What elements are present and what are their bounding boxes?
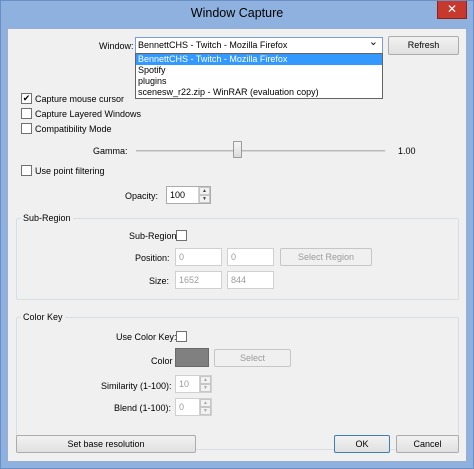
cancel-button[interactable]: Cancel: [396, 435, 459, 453]
capture-layered-windows-label: Capture Layered Windows: [35, 109, 142, 119]
blend-value: 0: [179, 402, 185, 412]
color-swatch[interactable]: [175, 348, 209, 367]
capture-layered-windows-checkbox[interactable]: [21, 108, 32, 119]
dropdown-option[interactable]: Spotify: [136, 65, 382, 76]
gamma-label: Gamma:: [93, 146, 128, 156]
similarity-label: Similarity (1-100):: [101, 381, 172, 391]
use-point-filtering-label: Use point filtering: [35, 166, 105, 176]
use-point-filtering-checkbox[interactable]: [21, 165, 32, 176]
sub-region-checkbox[interactable]: [176, 230, 187, 241]
set-base-resolution-button[interactable]: Set base resolution: [16, 435, 196, 453]
arrow-down-icon[interactable]: ▼: [200, 407, 211, 415]
ok-button[interactable]: OK: [334, 435, 390, 453]
sub-region-group-title: Sub-Region: [21, 212, 73, 224]
position-x-field[interactable]: 0: [175, 248, 222, 266]
color-key-group: [16, 317, 459, 450]
dropdown-option[interactable]: BennettCHS - Twitch - Mozilla Firefox: [136, 54, 382, 65]
compatibility-mode-label: Compatibility Mode: [35, 124, 112, 134]
gamma-value: 1.00: [398, 146, 416, 156]
position-y-field[interactable]: 0: [227, 248, 274, 266]
title-bar[interactable]: Window Capture ✕: [1, 1, 473, 28]
window-dropdown-list: BennettCHS - Twitch - Mozilla Firefox Sp…: [135, 53, 383, 99]
window-label: Window:: [99, 41, 134, 51]
select-region-button[interactable]: Select Region: [280, 248, 372, 266]
opacity-label: Opacity:: [125, 191, 159, 201]
arrow-up-icon[interactable]: ▲: [200, 399, 211, 407]
gamma-slider-thumb[interactable]: [233, 141, 242, 158]
blend-label: Blend (1-100):: [114, 403, 172, 413]
gamma-slider-track[interactable]: [136, 150, 385, 152]
window-combo-value: BennettCHS - Twitch - Mozilla Firefox: [138, 40, 288, 50]
arrow-down-icon[interactable]: ▼: [200, 384, 211, 392]
use-color-key-checkbox[interactable]: [176, 331, 187, 342]
refresh-button[interactable]: Refresh: [388, 36, 459, 55]
use-color-key-label: Use Color Key:: [116, 332, 177, 342]
similarity-value: 10: [179, 379, 190, 389]
compatibility-mode-checkbox[interactable]: [21, 123, 32, 134]
select-color-button[interactable]: Select: [214, 349, 291, 367]
dropdown-option[interactable]: scenesw_r22.zip - WinRAR (evaluation cop…: [136, 87, 382, 98]
window-combo[interactable]: BennettCHS - Twitch - Mozilla Firefox ⌄: [135, 35, 383, 54]
opacity-spinbox[interactable]: 100 ▲ ▼: [166, 186, 211, 204]
size-label: Size:: [149, 276, 170, 286]
arrow-up-icon[interactable]: ▲: [200, 376, 211, 384]
color-key-group-title: Color Key: [21, 311, 65, 323]
arrow-down-icon[interactable]: ▼: [199, 195, 210, 203]
position-label: Position:: [135, 253, 170, 263]
dialog-body: Window: BennettCHS - Twitch - Mozilla Fi…: [7, 28, 467, 462]
dropdown-option[interactable]: plugins: [136, 76, 382, 87]
window-capture-dialog: Window Capture ✕ Window: BennettCHS - Tw…: [0, 0, 474, 469]
capture-mouse-cursor-label: Capture mouse cursor: [35, 94, 125, 104]
close-icon[interactable]: ✕: [437, 1, 467, 19]
blend-spinbox[interactable]: 0 ▲ ▼: [175, 398, 212, 416]
arrow-up-icon[interactable]: ▲: [199, 187, 210, 195]
similarity-spinbox[interactable]: 10 ▲ ▼: [175, 375, 212, 393]
size-height-field[interactable]: 844: [227, 271, 274, 289]
capture-mouse-cursor-checkbox[interactable]: ✔: [21, 93, 32, 104]
window-title: Window Capture: [190, 6, 284, 20]
color-label: Color: [151, 356, 173, 366]
sub-region-toggle-label: Sub-Region: [129, 231, 177, 241]
opacity-value: 100: [170, 190, 186, 200]
size-width-field[interactable]: 1652: [175, 271, 222, 289]
chevron-down-icon[interactable]: ⌄: [369, 35, 378, 50]
